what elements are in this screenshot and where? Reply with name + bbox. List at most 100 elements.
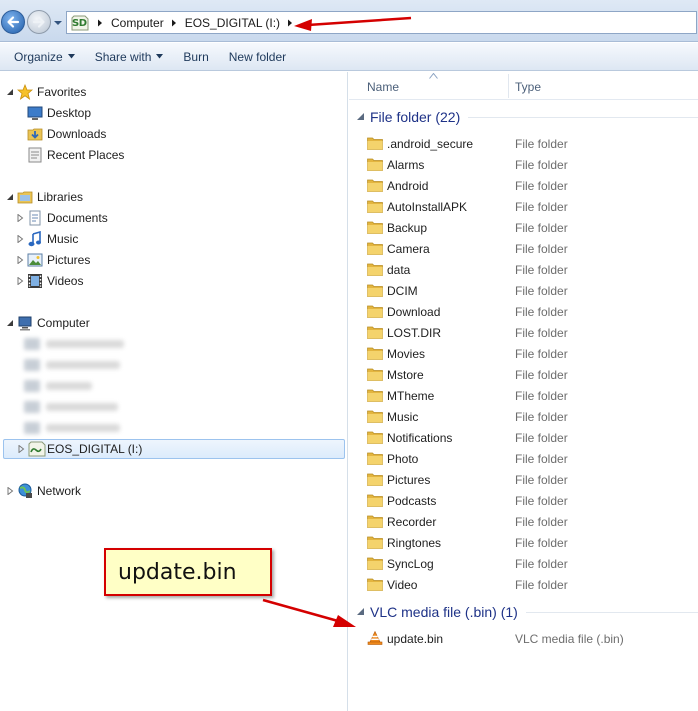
- nav-item-desktop[interactable]: Desktop: [0, 103, 346, 123]
- burn-label: Burn: [183, 49, 209, 64]
- expanded-triangle-icon[interactable]: [6, 319, 14, 327]
- folder-icon: [367, 389, 383, 402]
- nav-item-documents[interactable]: Documents: [0, 208, 346, 228]
- breadcrumb: Computer EOS_DIGITAL (I:): [90, 16, 301, 30]
- computer-monitor-icon: [18, 316, 32, 331]
- file-row[interactable]: SyncLog File folder: [349, 553, 698, 574]
- file-row[interactable]: Alarms File folder: [349, 154, 698, 175]
- nav-computer[interactable]: Computer: [0, 313, 346, 333]
- file-row[interactable]: Photo File folder: [349, 448, 698, 469]
- file-row[interactable]: Movies File folder: [349, 343, 698, 364]
- file-row[interactable]: MTheme File folder: [349, 385, 698, 406]
- command-toolbar: Organize Share with Burn New folder: [0, 43, 698, 71]
- forward-button[interactable]: [27, 10, 51, 34]
- sort-ascending-icon: [429, 73, 438, 79]
- file-name: data: [387, 263, 411, 277]
- breadcrumb-eos-digital[interactable]: EOS_DIGITAL (I:): [185, 16, 280, 30]
- file-row[interactable]: DCIM File folder: [349, 280, 698, 301]
- burn-button[interactable]: Burn: [173, 43, 218, 71]
- new-folder-button[interactable]: New folder: [219, 43, 296, 71]
- folder-icon: [367, 578, 383, 591]
- folder-icon: [367, 368, 383, 381]
- sd-card-drive-icon: [28, 441, 46, 457]
- collapsed-triangle-icon[interactable]: [16, 277, 24, 285]
- column-divider[interactable]: [508, 74, 509, 98]
- group-divider-line: [526, 612, 698, 613]
- folder-icon: [367, 410, 383, 423]
- folder-icon: [367, 221, 383, 234]
- file-row[interactable]: Video File folder: [349, 574, 698, 595]
- collapsed-triangle-icon[interactable]: [16, 256, 24, 264]
- file-row[interactable]: Mstore File folder: [349, 364, 698, 385]
- group-collapse-icon[interactable]: [356, 112, 365, 121]
- file-row[interactable]: Backup File folder: [349, 217, 698, 238]
- nav-item-label: Downloads: [47, 127, 107, 141]
- file-row[interactable]: Music File folder: [349, 406, 698, 427]
- network-globe-icon: [18, 483, 32, 498]
- file-row[interactable]: AutoInstallAPK File folder: [349, 196, 698, 217]
- nav-item-music[interactable]: Music: [0, 229, 346, 249]
- back-button[interactable]: [1, 10, 25, 34]
- nav-drive-eos-digital[interactable]: EOS_DIGITAL (I:): [3, 439, 345, 459]
- folder-icon: [367, 242, 383, 255]
- nav-favorites[interactable]: Favorites: [0, 82, 346, 102]
- file-row[interactable]: Recorder File folder: [349, 511, 698, 532]
- file-type: VLC media file (.bin): [515, 632, 624, 646]
- annotation-arrow-address: [294, 16, 412, 31]
- file-row[interactable]: Download File folder: [349, 301, 698, 322]
- nav-item-videos[interactable]: Videos: [0, 271, 346, 291]
- file-type: File folder: [515, 515, 568, 529]
- nav-libraries[interactable]: Libraries: [0, 187, 346, 207]
- group-header[interactable]: File folder (22): [349, 106, 698, 128]
- file-row[interactable]: Ringtones File folder: [349, 532, 698, 553]
- share-with-button[interactable]: Share with: [85, 43, 174, 71]
- file-name: LOST.DIR: [387, 326, 442, 340]
- file-row[interactable]: LOST.DIR File folder: [349, 322, 698, 343]
- forward-arrow-icon: [32, 16, 45, 28]
- collapsed-triangle-icon[interactable]: [16, 214, 24, 222]
- breadcrumb-separator-icon[interactable]: [170, 19, 178, 27]
- file-row[interactable]: Android File folder: [349, 175, 698, 196]
- file-name: Ringtones: [387, 536, 442, 550]
- file-name: Music: [387, 410, 419, 424]
- collapsed-triangle-icon[interactable]: [17, 445, 25, 453]
- nav-item-pictures[interactable]: Pictures: [0, 250, 346, 270]
- folder-icon: [367, 158, 383, 171]
- file-row[interactable]: Pictures File folder: [349, 469, 698, 490]
- column-type-header[interactable]: Type: [515, 80, 541, 94]
- file-type: File folder: [515, 242, 568, 256]
- folder-icon: [367, 452, 383, 465]
- expanded-triangle-icon[interactable]: [6, 88, 14, 96]
- folder-icon: [367, 263, 383, 276]
- nav-network[interactable]: Network: [0, 481, 346, 501]
- new-folder-label: New folder: [228, 49, 287, 64]
- file-row[interactable]: .android_secure File folder: [349, 133, 698, 154]
- file-row[interactable]: Camera File folder: [349, 238, 698, 259]
- file-row[interactable]: update.bin VLC media file (.bin): [349, 628, 698, 649]
- file-type: File folder: [515, 263, 568, 277]
- file-name: Video: [387, 578, 418, 592]
- expanded-triangle-icon[interactable]: [6, 193, 14, 201]
- organize-button[interactable]: Organize: [0, 43, 85, 71]
- collapsed-triangle-icon[interactable]: [6, 487, 14, 495]
- file-name: Android: [387, 179, 429, 193]
- recent-pages-dropdown-icon[interactable]: [53, 18, 63, 28]
- file-type: File folder: [515, 137, 568, 151]
- breadcrumb-separator-icon[interactable]: [96, 19, 104, 27]
- column-header-row: Name Type: [349, 72, 698, 100]
- folder-icon: [367, 179, 383, 192]
- file-name: Camera: [387, 242, 430, 256]
- file-row[interactable]: Podcasts File folder: [349, 490, 698, 511]
- file-row[interactable]: Notifications File folder: [349, 427, 698, 448]
- breadcrumb-computer[interactable]: Computer: [111, 16, 164, 30]
- star-icon: [17, 84, 33, 100]
- file-name: AutoInstallAPK: [387, 200, 468, 214]
- group-header[interactable]: VLC media file (.bin) (1): [349, 601, 698, 623]
- nav-item-label: Videos: [47, 274, 84, 288]
- nav-item-downloads[interactable]: Downloads: [0, 124, 346, 144]
- nav-item-recent-places[interactable]: Recent Places: [0, 145, 346, 165]
- file-row[interactable]: data File folder: [349, 259, 698, 280]
- column-name-header[interactable]: Name: [367, 80, 399, 94]
- collapsed-triangle-icon[interactable]: [16, 235, 24, 243]
- nav-item-label: Documents: [47, 211, 108, 225]
